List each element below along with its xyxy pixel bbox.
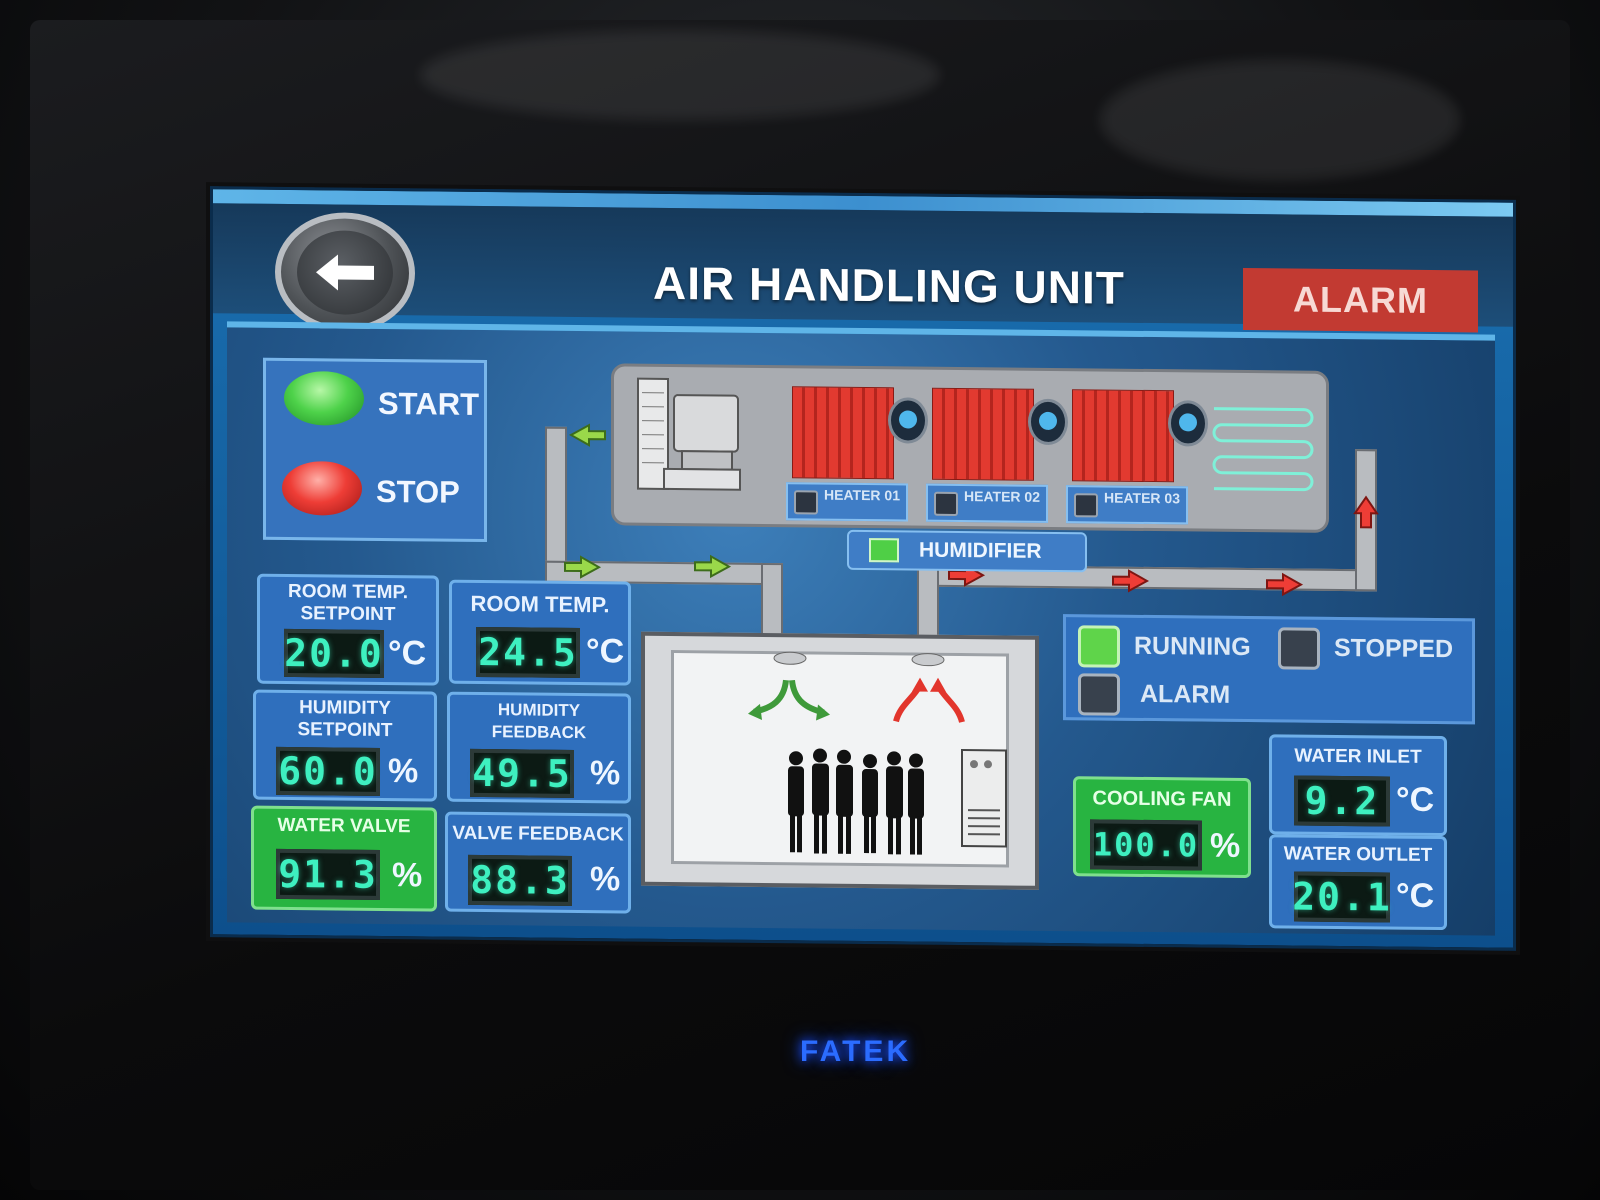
unit-label: % bbox=[388, 752, 419, 791]
water-valve-panel[interactable]: WATER VALVE 91.3 % bbox=[251, 805, 437, 912]
heater-coil-icon bbox=[1072, 389, 1174, 483]
humidifier-status[interactable]: HUMIDIFIER bbox=[847, 529, 1087, 573]
glare bbox=[1100, 60, 1460, 180]
unit-label: % bbox=[392, 856, 423, 895]
humidity-feedback-panel: HUMIDITY FEEDBACK 49.5 % bbox=[447, 691, 631, 804]
water-valve-label: WATER VALVE bbox=[277, 814, 411, 838]
back-button[interactable] bbox=[275, 211, 415, 334]
unit-label: % bbox=[590, 860, 621, 899]
fan-icon bbox=[1168, 400, 1208, 447]
heater-status-indicator bbox=[1074, 493, 1098, 518]
alarm-indicator bbox=[1078, 673, 1120, 716]
page-title: AIR HANDLING UNIT bbox=[653, 256, 1125, 314]
room-temp-value: 24.5 bbox=[476, 626, 580, 679]
hmi-screen: AIR HANDLING UNIT ALARM START STOP HEATE… bbox=[210, 186, 1516, 951]
cooling-coil-icon bbox=[1212, 407, 1314, 492]
heater-coil-icon bbox=[792, 386, 894, 480]
unit-label: °C bbox=[388, 634, 427, 673]
room-temp-setpoint-label: ROOM TEMP. SETPOINT bbox=[288, 580, 408, 626]
room-temp-setpoint-panel[interactable]: ROOM TEMP. SETPOINT 20.0 °C bbox=[257, 573, 439, 686]
alarm-status-label: ALARM bbox=[1140, 679, 1231, 709]
stopped-indicator bbox=[1278, 627, 1320, 670]
water-outlet-label: WATER OUTLET bbox=[1283, 843, 1433, 866]
ahu-unit: HEATER 01 HEATER 02 HEATER 03 bbox=[611, 363, 1329, 533]
supply-air-arrows-icon bbox=[748, 679, 830, 721]
humidity-setpoint-panel[interactable]: HUMIDITY SETPOINT 60.0 % bbox=[253, 689, 437, 802]
unit-label: °C bbox=[1396, 876, 1435, 915]
humidifier-indicator bbox=[869, 538, 899, 563]
water-inlet-value: 9.2 bbox=[1294, 775, 1390, 827]
return-air-arrows-icon bbox=[893, 677, 965, 723]
heater-01-status[interactable]: HEATER 01 bbox=[786, 482, 908, 522]
status-legend: RUNNING STOPPED ALARM bbox=[1063, 614, 1475, 725]
cooling-fan-label: COOLING FAN bbox=[1092, 787, 1232, 811]
humidity-setpoint-label: HUMIDITY SETPOINT bbox=[297, 697, 393, 742]
room-temp-label: ROOM TEMP. bbox=[470, 590, 610, 618]
header-bar: AIR HANDLING UNIT ALARM bbox=[213, 203, 1513, 334]
unit-label: % bbox=[1210, 826, 1241, 865]
heater-label: HEATER 02 bbox=[964, 488, 1040, 505]
water-inlet-panel: WATER INLET 9.2 °C bbox=[1269, 734, 1447, 837]
unit-label: °C bbox=[1396, 780, 1435, 819]
humidity-setpoint-value[interactable]: 60.0 bbox=[276, 746, 380, 796]
ceiling-diffuser-icon bbox=[773, 651, 807, 665]
fan-icon bbox=[1028, 398, 1068, 446]
control-cabinet-icon bbox=[961, 749, 1007, 848]
water-valve-value[interactable]: 91.3 bbox=[276, 848, 380, 900]
heater-status-indicator bbox=[794, 490, 818, 515]
water-outlet-value: 20.1 bbox=[1292, 871, 1392, 923]
humidifier-label: HUMIDIFIER bbox=[919, 538, 1042, 563]
water-outlet-panel: WATER OUTLET 20.1 °C bbox=[1269, 834, 1447, 931]
heater-label: HEATER 03 bbox=[1104, 489, 1180, 507]
room-interior bbox=[671, 649, 1009, 868]
heater-02-status[interactable]: HEATER 02 bbox=[926, 483, 1048, 523]
running-indicator bbox=[1078, 625, 1120, 668]
humidity-feedback-value: 49.5 bbox=[470, 748, 574, 798]
alarm-button[interactable]: ALARM bbox=[1243, 267, 1478, 333]
heater-03-status[interactable]: HEATER 03 bbox=[1066, 485, 1188, 525]
room-temp-panel: ROOM TEMP. 24.5 °C bbox=[449, 579, 631, 686]
unit-label: % bbox=[590, 754, 621, 793]
blower-motor-icon bbox=[637, 377, 741, 491]
fan-icon bbox=[888, 397, 928, 444]
room-temp-setpoint-value[interactable]: 20.0 bbox=[284, 628, 384, 678]
unit-label: °C bbox=[586, 632, 625, 671]
running-label: RUNNING bbox=[1134, 631, 1251, 662]
cooling-fan-value[interactable]: 100.0 bbox=[1090, 819, 1202, 871]
ceiling-diffuser-icon bbox=[911, 653, 945, 667]
heater-label: HEATER 01 bbox=[824, 486, 900, 504]
humidity-feedback-label: HUMIDITY FEEDBACK bbox=[491, 700, 587, 743]
people-silhouette-icon bbox=[788, 748, 924, 855]
heater-coil-icon bbox=[932, 387, 1034, 481]
heater-status-indicator bbox=[934, 491, 958, 516]
glare bbox=[420, 30, 940, 120]
process-area: START STOP HEATER 01 HEATER 02 HEATER 03… bbox=[227, 321, 1495, 936]
brand-logo: FATEK bbox=[800, 1035, 912, 1068]
stopped-label: STOPPED bbox=[1334, 633, 1454, 664]
valve-feedback-panel: VALVE FEEDBACK 88.3 % bbox=[445, 811, 631, 914]
back-arrow-icon bbox=[316, 254, 374, 291]
valve-feedback-value: 88.3 bbox=[468, 854, 572, 906]
room-view bbox=[641, 631, 1039, 890]
cooling-fan-panel[interactable]: COOLING FAN 100.0 % bbox=[1073, 776, 1251, 879]
valve-feedback-label: VALVE FEEDBACK bbox=[452, 822, 624, 846]
water-inlet-label: WATER INLET bbox=[1294, 745, 1422, 768]
